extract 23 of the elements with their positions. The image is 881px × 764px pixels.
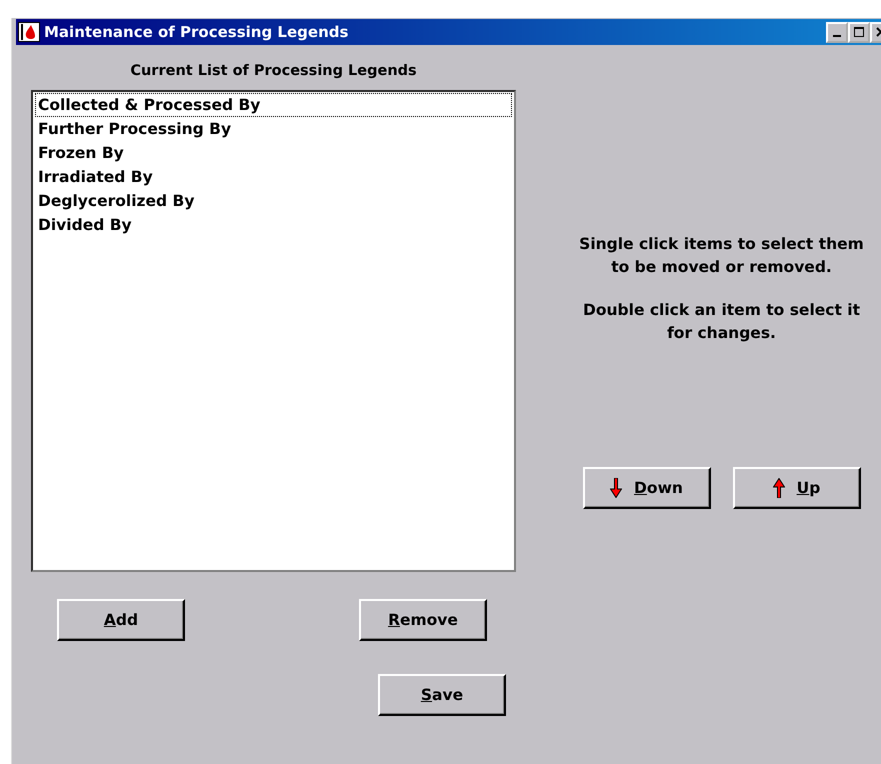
instruction-text: Single click items to select them to be moved or removed. — [578, 234, 865, 278]
window-title: Maintenance of Processing Legends — [44, 23, 348, 41]
up-button[interactable]: Up — [732, 467, 860, 509]
down-arrow-icon — [610, 478, 622, 498]
list-item[interactable]: Further Processing By — [35, 117, 512, 141]
save-button[interactable]: Save — [378, 674, 506, 716]
app-icon — [18, 22, 40, 42]
list-item[interactable]: Frozen By — [35, 141, 512, 165]
add-button[interactable]: Add — [57, 599, 185, 641]
list-item[interactable]: Deglycerolized By — [35, 189, 512, 213]
instruction-text: Double click an item to select it for changes. — [582, 300, 861, 344]
minimize-button[interactable] — [826, 22, 848, 42]
list-item[interactable]: Divided By — [35, 213, 512, 237]
minimize-icon — [833, 34, 841, 36]
list-heading: Current List of Processing Legends — [129, 63, 418, 79]
up-arrow-icon — [772, 478, 785, 498]
list-item[interactable]: Irradiated By — [35, 165, 512, 189]
down-button[interactable]: Down — [582, 467, 710, 509]
maximize-button[interactable] — [848, 22, 870, 42]
legend-list[interactable]: Collected & Processed By Further Processing By Frozen By Irradiated By Deglycerolized By Divided By — [31, 90, 516, 572]
list-item[interactable]: Collected & Processed By — [35, 93, 512, 117]
remove-button[interactable]: Remove — [359, 599, 487, 641]
maximize-icon — [854, 27, 864, 37]
